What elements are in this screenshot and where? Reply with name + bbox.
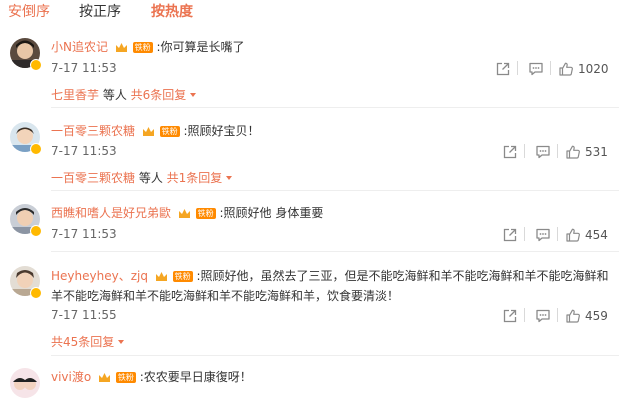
comment-time: 7-17 11:55	[51, 308, 117, 322]
reply-summary: 七里香芋 等人 共6条回复	[51, 87, 197, 103]
like-count: 531	[585, 144, 608, 159]
thumbs-up-icon	[566, 309, 580, 323]
like-button[interactable]: 454	[565, 226, 608, 243]
comment-username[interactable]: 西瞧和嗜人是好兄弟歐	[51, 206, 171, 220]
chevron-down-icon	[190, 93, 197, 97]
reply-user-link[interactable]: 一百零三颗农糖	[51, 171, 135, 185]
reply-count-link[interactable]: 共1条回复	[167, 171, 223, 185]
sort-bar: 安倒序 按正序 按热度	[0, 0, 625, 28]
comment-icon[interactable]	[535, 226, 551, 243]
divider	[557, 227, 558, 241]
reply-summary-text: 等人	[135, 171, 167, 185]
like-count: 454	[585, 227, 608, 242]
comment-line: 西瞧和嗜人是好兄弟歐 铁粉 :照顾好他 身体重要	[51, 204, 323, 222]
fan-badge: 铁粉	[115, 372, 136, 383]
sort-tab-forward[interactable]: 按正序	[79, 2, 121, 22]
comment-time: 7-17 11:53	[51, 61, 117, 75]
verified-badge-icon	[30, 143, 42, 155]
reply-count-link[interactable]: 共6条回复	[131, 88, 187, 102]
like-count: 459	[585, 308, 608, 323]
verified-badge-icon	[30, 59, 42, 71]
crown-icon	[142, 127, 154, 136]
chevron-down-icon	[118, 340, 125, 344]
comment-text: :农农要早日康復呀！	[139, 370, 252, 384]
comment-text: :照顾好宝贝！	[183, 124, 260, 138]
divider	[51, 190, 619, 191]
share-icon[interactable]	[502, 226, 518, 243]
comment-text: :照顾好他 身体重要	[219, 206, 324, 220]
comment-username[interactable]: vivi渡o	[51, 370, 91, 384]
divider	[524, 144, 525, 158]
divider	[550, 61, 551, 75]
fan-badge: 铁粉	[195, 208, 216, 219]
verified-badge-icon	[30, 225, 42, 237]
divider	[557, 144, 558, 158]
reply-count-link[interactable]: 共45条回复	[51, 335, 114, 349]
reply-summary-text: 等人	[99, 88, 131, 102]
divider	[51, 107, 619, 108]
comment-icon[interactable]	[535, 307, 551, 324]
like-button[interactable]: 531	[565, 143, 608, 160]
thumbs-up-icon	[566, 228, 580, 242]
comment-time: 7-17 11:53	[51, 144, 117, 158]
reply-summary: 共45条回复	[51, 334, 125, 350]
fan-badge: 铁粉	[159, 126, 180, 137]
like-button[interactable]: 459	[565, 307, 608, 324]
sort-tab-hot[interactable]: 按热度	[151, 2, 193, 22]
share-icon[interactable]	[495, 60, 511, 77]
comment-line: 一百零三颗农糖 铁粉 :照顾好宝贝！	[51, 122, 260, 140]
like-button[interactable]: 1020	[558, 60, 609, 77]
divider	[51, 251, 619, 252]
share-icon[interactable]	[502, 143, 518, 160]
comment-line: vivi渡o 铁粉 :农农要早日康復呀！	[51, 368, 252, 386]
crown-icon	[178, 209, 190, 218]
comment-time: 7-17 11:53	[51, 227, 117, 241]
comment-line: Heyheyhey、zjq 铁粉 :照顾好他，虽然去了三亚，但是不能吃海鲜和羊不…	[51, 266, 616, 306]
fan-badge: 铁粉	[132, 42, 153, 53]
verified-badge-icon	[30, 287, 42, 299]
reply-summary: 一百零三颗农糖 等人 共1条回复	[51, 170, 233, 186]
comment-icon[interactable]	[535, 143, 551, 160]
thumbs-up-icon	[566, 145, 580, 159]
share-icon[interactable]	[502, 307, 518, 324]
comment-icon[interactable]	[528, 60, 544, 77]
reply-user-link[interactable]: 七里香芋	[51, 88, 99, 102]
divider	[524, 227, 525, 241]
avatar[interactable]	[10, 368, 40, 398]
sort-tab-reverse[interactable]: 安倒序	[8, 2, 50, 22]
comment-username[interactable]: 小N追农记	[51, 40, 108, 54]
comment-line: 小N追农记 铁粉 :你可算是长嘴了	[51, 38, 245, 56]
divider	[557, 308, 558, 322]
like-count: 1020	[578, 61, 609, 76]
crown-icon	[155, 272, 167, 281]
fan-badge: 铁粉	[172, 271, 193, 282]
divider	[51, 355, 619, 356]
crown-icon	[99, 373, 111, 382]
thumbs-up-icon	[559, 62, 573, 76]
comment-text: :你可算是长嘴了	[156, 40, 245, 54]
chevron-down-icon	[226, 176, 233, 180]
crown-icon	[115, 43, 127, 52]
divider	[517, 61, 518, 75]
divider	[524, 308, 525, 322]
comment-username[interactable]: 一百零三颗农糖	[51, 124, 135, 138]
comment-username[interactable]: Heyheyhey、zjq	[51, 269, 148, 283]
